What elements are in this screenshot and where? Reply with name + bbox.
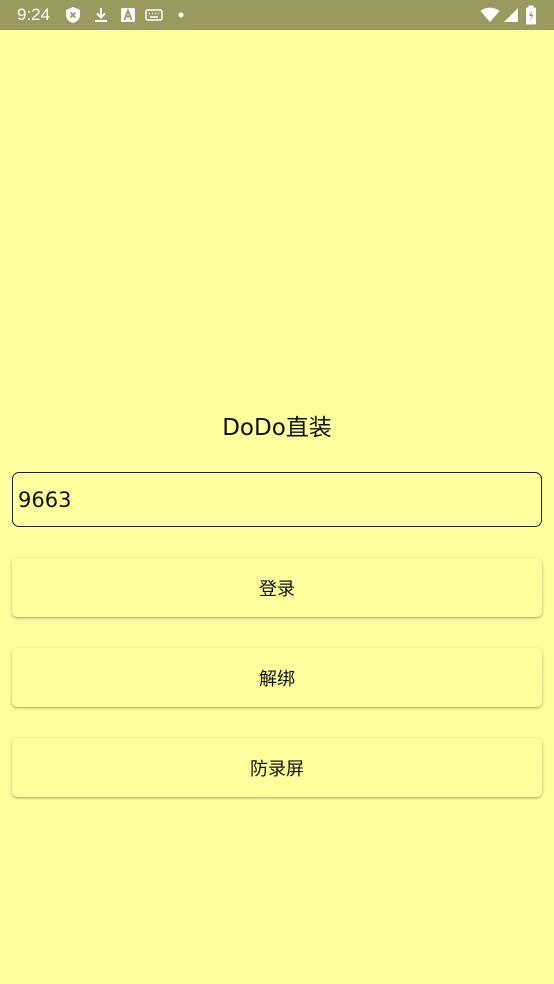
wifi-icon <box>480 7 500 22</box>
battery-icon <box>526 5 536 25</box>
code-input[interactable]: 9663 <box>12 472 542 527</box>
login-button[interactable]: 登录 <box>12 558 542 617</box>
login-button-label: 登录 <box>259 578 295 600</box>
status-bar: 9:24 <box>0 0 554 30</box>
anti-record-button[interactable]: 防录屏 <box>12 738 542 797</box>
status-time: 9:24 <box>17 5 51 24</box>
download-icon <box>95 8 107 22</box>
app-title: DoDo直装 <box>222 415 332 441</box>
signal-icon <box>504 8 518 22</box>
dot-icon <box>178 12 184 18</box>
unbind-button[interactable]: 解绑 <box>12 648 542 707</box>
unbind-button-label: 解绑 <box>259 668 295 690</box>
keyboard-icon <box>145 9 163 21</box>
font-a-icon <box>121 7 135 22</box>
code-input-value: 9663 <box>18 487 72 512</box>
anti-record-button-label: 防录屏 <box>250 758 304 780</box>
shield-icon <box>66 7 80 23</box>
